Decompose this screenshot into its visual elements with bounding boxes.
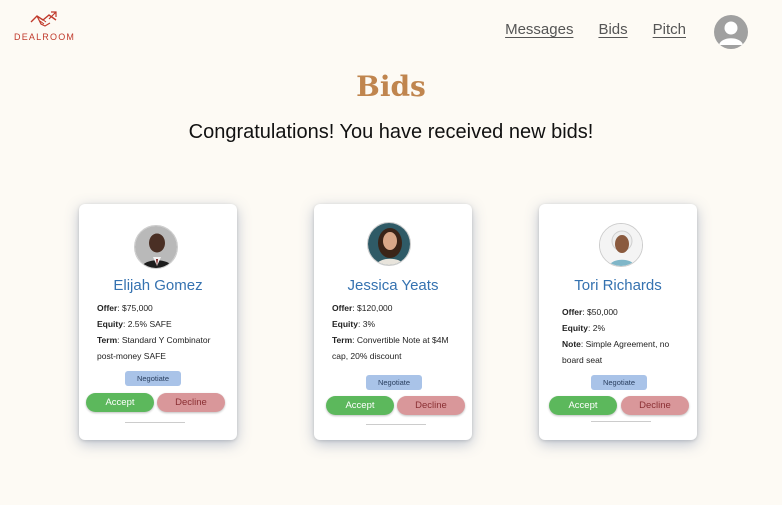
negotiate-button[interactable]: Negotiate	[366, 375, 422, 390]
handshake-icon	[30, 11, 57, 27]
accept-button[interactable]: Accept	[86, 393, 154, 412]
term-label: Term	[97, 335, 118, 345]
decline-button[interactable]: Decline	[397, 396, 465, 415]
offer-value: $120,000	[357, 303, 393, 313]
investor-avatar	[367, 222, 411, 266]
card-divider	[591, 421, 651, 422]
card-divider	[125, 422, 185, 423]
offer-label: Offer	[562, 307, 583, 317]
equity-value: 2%	[592, 323, 606, 333]
offer-value: $75,000	[122, 303, 153, 313]
offer-value: $50,000	[587, 307, 618, 317]
offer-label: Offer	[332, 303, 353, 313]
negotiate-button[interactable]: Negotiate	[125, 371, 181, 386]
negotiate-button[interactable]: Negotiate	[591, 375, 647, 390]
equity-label: Equity	[562, 323, 588, 333]
equity-label: Equity	[332, 319, 358, 329]
bid-card-elijah-gomez: Elijah Gomez Offer: $75,000 Equity: 2.5%…	[79, 204, 237, 440]
accept-button[interactable]: Accept	[549, 396, 617, 415]
decline-button[interactable]: Decline	[157, 393, 225, 412]
bid-details: Offer: $75,000 Equity: 2.5% SAFE Term: S…	[97, 303, 211, 361]
investor-avatar	[134, 225, 178, 269]
bid-details: Offer: $50,000 Equity: 2% Note: Simple A…	[562, 307, 670, 365]
nav-bids[interactable]: Bids	[598, 21, 627, 38]
card-divider	[366, 424, 426, 425]
nav-messages[interactable]: Messages	[505, 21, 573, 38]
equity-value: 3%	[362, 319, 376, 329]
accept-button[interactable]: Accept	[326, 396, 394, 415]
bid-card-tori-richards: Tori Richards Offer: $50,000 Equity: 2% …	[539, 204, 697, 440]
equity-label: Equity	[97, 319, 123, 329]
page-subtitle: Congratulations! You have received new b…	[188, 121, 594, 143]
logo[interactable]: DEALROOM	[14, 10, 74, 42]
bid-details: Offer: $120,000 Equity: 3% Term: Convert…	[332, 303, 449, 361]
profile-avatar-button[interactable]	[714, 15, 748, 49]
investor-avatar	[599, 223, 643, 267]
term-label: Term	[332, 335, 353, 345]
note-label: Note	[562, 339, 581, 349]
page-title: Bids	[356, 70, 426, 103]
logo-text: DEALROOM	[14, 32, 76, 42]
investor-name: Jessica Yeats	[347, 277, 439, 294]
equity-value: 2.5% SAFE	[127, 319, 172, 329]
main-nav: Messages Bids Pitch	[505, 21, 686, 38]
offer-label: Offer	[97, 303, 118, 313]
bid-card-jessica-yeats: Jessica Yeats Offer: $120,000 Equity: 3%…	[314, 204, 472, 440]
investor-name: Tori Richards	[574, 277, 662, 294]
decline-button[interactable]: Decline	[621, 396, 689, 415]
user-icon	[719, 21, 743, 45]
nav-pitch[interactable]: Pitch	[653, 21, 686, 38]
investor-name: Elijah Gomez	[113, 277, 203, 294]
